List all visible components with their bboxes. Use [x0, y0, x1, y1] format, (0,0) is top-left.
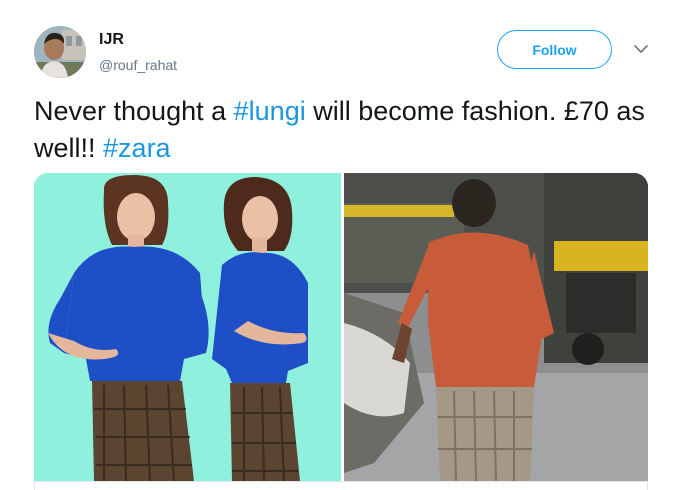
author-display-name[interactable]: IJR — [99, 30, 177, 50]
tweet-text-segment: Never thought a — [34, 96, 234, 126]
street-worker-photo[interactable] — [344, 173, 648, 481]
follow-button[interactable]: Follow — [497, 30, 612, 69]
author-handle[interactable]: @rouf_rahat — [99, 55, 177, 75]
zara-model-photo[interactable] — [34, 173, 341, 481]
author-names: IJR @rouf_rahat — [99, 30, 177, 75]
hashtag-link-zara[interactable]: #zara — [103, 133, 171, 163]
tweet-media — [34, 173, 648, 481]
tweet-header: IJR @rouf_rahat Follow — [0, 0, 678, 90]
media-card-border — [34, 481, 648, 490]
avatar[interactable] — [34, 26, 86, 78]
hashtag-link-lungi[interactable]: #lungi — [234, 96, 306, 126]
tweet-text: Never thought a #lungi will become fashi… — [34, 93, 664, 167]
chevron-down-icon[interactable] — [630, 40, 652, 58]
